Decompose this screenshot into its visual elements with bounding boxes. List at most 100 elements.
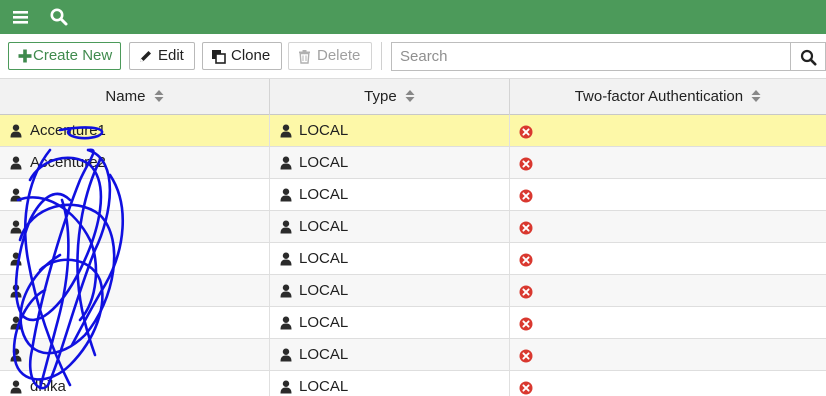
cell-name[interactable] [0, 339, 270, 370]
create-new-label: Create New [33, 47, 113, 64]
create-new-button[interactable]: Create New [8, 42, 121, 70]
x-circle-icon [519, 317, 533, 331]
user-type: LOCAL [299, 122, 349, 139]
user-icon [280, 380, 292, 394]
column-header-name[interactable]: Name [0, 79, 270, 115]
user-icon [280, 316, 292, 330]
x-circle-icon [519, 125, 533, 139]
cell-two-factor [510, 179, 826, 210]
user-type: LOCAL [299, 218, 349, 235]
cell-type: LOCAL [270, 339, 510, 370]
table-body: Accenture1 LOCAL Accenture2 LOCAL LOCAL LOCAL… [0, 115, 826, 396]
clone-icon [212, 50, 226, 64]
cell-type: LOCAL [270, 115, 510, 146]
plus-icon [18, 49, 32, 63]
x-circle-icon [519, 157, 533, 171]
cell-name[interactable] [0, 179, 270, 210]
search-icon [800, 49, 817, 66]
search-button[interactable] [790, 42, 826, 71]
user-icon [10, 380, 22, 394]
user-type: LOCAL [299, 250, 349, 267]
edit-button[interactable]: Edit [129, 42, 195, 70]
x-circle-icon [519, 221, 533, 235]
cell-two-factor [510, 243, 826, 274]
table-row[interactable]: LOCAL [0, 339, 826, 371]
user-type: LOCAL [299, 154, 349, 171]
user-type: LOCAL [299, 186, 349, 203]
cell-type: LOCAL [270, 307, 510, 338]
table-row[interactable]: LOCAL [0, 179, 826, 211]
cell-two-factor [510, 115, 826, 146]
user-icon [10, 316, 22, 330]
cell-name[interactable] [0, 211, 270, 242]
table-row[interactable]: Accenture1 LOCAL [0, 115, 826, 147]
cell-two-factor [510, 275, 826, 306]
clone-label: Clone [231, 47, 271, 64]
table-header: Name Type Two-factor Authentication [0, 78, 826, 115]
column-header-two-factor[interactable]: Two-factor Authentication [510, 79, 826, 115]
table-row[interactable]: LOCAL [0, 275, 826, 307]
edit-label: Edit [158, 47, 184, 64]
user-icon [280, 188, 292, 202]
user-type: LOCAL [299, 346, 349, 363]
user-icon [10, 220, 22, 234]
x-circle-icon [519, 285, 533, 299]
cell-type: LOCAL [270, 275, 510, 306]
menu-icon[interactable] [11, 7, 31, 27]
cell-type: LOCAL [270, 179, 510, 210]
x-circle-icon [519, 381, 533, 395]
pencil-icon [140, 51, 151, 62]
cell-name[interactable]: dhika [0, 371, 270, 396]
user-icon [280, 156, 292, 170]
cell-two-factor [510, 371, 826, 396]
table-row[interactable]: Accenture2 LOCAL [0, 147, 826, 179]
cell-type: LOCAL [270, 371, 510, 396]
search-input[interactable] [391, 42, 791, 71]
cell-name[interactable]: Accenture2 [0, 147, 270, 178]
x-circle-icon [519, 253, 533, 267]
cell-name[interactable] [0, 243, 270, 274]
cell-type: LOCAL [270, 243, 510, 274]
user-icon [280, 252, 292, 266]
table-row[interactable]: LOCAL [0, 307, 826, 339]
cell-name[interactable] [0, 307, 270, 338]
sort-icon [751, 89, 761, 102]
search-icon[interactable] [49, 7, 69, 27]
column-header-label: Name [105, 88, 146, 105]
clone-button[interactable]: Clone [202, 42, 282, 70]
cell-name[interactable]: Accenture1 [0, 115, 270, 146]
user-type: LOCAL [299, 314, 349, 331]
user-icon [10, 252, 22, 266]
top-bar [0, 0, 826, 34]
x-circle-icon [519, 189, 533, 203]
cell-type: LOCAL [270, 211, 510, 242]
column-header-label: Two-factor Authentication [574, 88, 744, 105]
user-name: Accenture2 [30, 154, 106, 171]
cell-name[interactable] [0, 275, 270, 306]
user-icon [10, 124, 22, 138]
user-icon [10, 348, 22, 362]
user-icon [280, 220, 292, 234]
table-row[interactable]: LOCAL [0, 211, 826, 243]
sort-icon [405, 89, 415, 102]
user-icon [280, 124, 292, 138]
user-icon [10, 156, 22, 170]
column-header-label: Type [364, 88, 397, 105]
trash-icon [299, 50, 310, 64]
cell-type: LOCAL [270, 147, 510, 178]
column-header-type[interactable]: Type [270, 79, 510, 115]
delete-label: Delete [317, 47, 361, 64]
user-type: LOCAL [299, 282, 349, 299]
cell-two-factor [510, 147, 826, 178]
sort-icon [154, 89, 164, 102]
cell-two-factor [510, 211, 826, 242]
user-type: LOCAL [299, 378, 349, 395]
user-icon [280, 284, 292, 298]
cell-two-factor [510, 339, 826, 370]
table-row[interactable]: dhika LOCAL [0, 371, 826, 396]
user-icon [10, 188, 22, 202]
table-row[interactable]: LOCAL [0, 243, 826, 275]
delete-button[interactable]: Delete [288, 42, 372, 70]
cell-two-factor [510, 307, 826, 338]
toolbar-divider [381, 42, 382, 70]
